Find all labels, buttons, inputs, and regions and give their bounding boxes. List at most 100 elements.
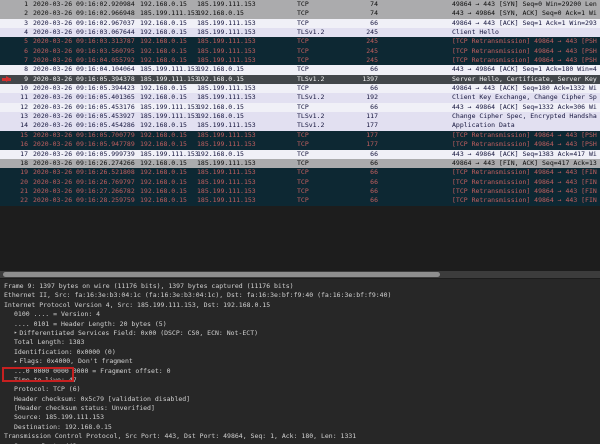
packet-row[interactable]: 52020-03-26 09:16:03.313787192.168.0.151… <box>0 37 600 46</box>
cell-length: 192 <box>330 93 378 102</box>
cell-no: 22 <box>0 196 28 205</box>
detail-line[interactable]: Time to live: 47 <box>4 376 600 385</box>
detail-line-text: Internet Protocol Version 4, Src: 185.19… <box>4 301 270 309</box>
detail-line[interactable]: Identification: 0x0000 (0) <box>4 348 600 357</box>
cell-info: 443 → 49864 [SYN, ACK] Seq=0 Ack=1 Wi <box>452 9 600 18</box>
detail-line[interactable]: [Header checksum status: Unverified] <box>4 404 600 413</box>
packet-row[interactable]: 202020-03-26 09:16:26.769797192.168.0.15… <box>0 178 600 187</box>
packet-row[interactable]: 32020-03-26 09:16:02.967037192.168.0.151… <box>0 19 600 28</box>
cell-time: 2020-03-26 09:16:05.453176 <box>33 103 135 112</box>
cell-source: 185.199.111.153 <box>140 65 199 74</box>
packet-row[interactable]: 222020-03-26 09:16:28.259759192.168.0.15… <box>0 196 600 205</box>
cell-length: 117 <box>330 112 378 121</box>
scrollbar-thumb[interactable] <box>3 272 440 277</box>
cell-no: 16 <box>0 140 28 149</box>
packet-row[interactable]: 172020-03-26 09:16:05.999739185.199.111.… <box>0 150 600 159</box>
detail-line[interactable]: Header checksum: 0x5c79 [validation disa… <box>4 395 600 404</box>
cell-protocol: TCP <box>297 37 309 46</box>
cell-source: 192.168.0.15 <box>140 56 187 65</box>
packet-row[interactable]: 22020-03-26 09:16:02.966948185.199.111.1… <box>0 9 600 18</box>
detail-line[interactable]: Frame 9: 1397 bytes on wire (11176 bits)… <box>4 282 600 291</box>
detail-line[interactable]: Transmission Control Protocol, Src Port:… <box>4 432 600 441</box>
cell-source: 192.168.0.15 <box>140 84 187 93</box>
cell-length: 66 <box>330 187 378 196</box>
packet-row[interactable]: 42020-03-26 09:16:03.067644192.168.0.151… <box>0 28 600 37</box>
detail-line[interactable]: 0100 .... = Version: 4 <box>4 310 600 319</box>
detail-line-text: Time to live: 47 <box>14 376 77 384</box>
detail-line-text: Source: 185.199.111.153 <box>14 413 104 421</box>
cell-source: 192.168.0.15 <box>140 187 187 196</box>
cell-source: 192.168.0.15 <box>140 159 187 168</box>
cell-time: 2020-03-26 09:16:03.313787 <box>33 37 135 46</box>
packet-row[interactable]: 122020-03-26 09:16:05.453176185.199.111.… <box>0 103 600 112</box>
cell-info: [TCP Retransmission] 49864 → 443 [PSH <box>452 37 600 46</box>
packet-row[interactable]: 152020-03-26 09:16:05.700779192.168.0.15… <box>0 131 600 140</box>
packet-row[interactable]: 72020-03-26 09:16:04.055792192.168.0.151… <box>0 56 600 65</box>
cell-time: 2020-03-26 09:16:03.560795 <box>33 47 135 56</box>
cell-source: 192.168.0.15 <box>140 178 187 187</box>
cell-time: 2020-03-26 09:16:04.055792 <box>33 56 135 65</box>
cell-time: 2020-03-26 09:16:05.394378 <box>33 75 135 84</box>
packet-row[interactable]: 212020-03-26 09:16:27.266782192.168.0.15… <box>0 187 600 196</box>
packet-row[interactable]: 162020-03-26 09:16:05.947789192.168.0.15… <box>0 140 600 149</box>
packet-list: 12020-03-26 09:16:02.920984192.168.0.151… <box>0 0 600 206</box>
cell-protocol: TCP <box>297 159 309 168</box>
cell-no: 5 <box>0 37 28 46</box>
cell-info: [TCP Retransmission] 49864 → 443 [PSH <box>452 131 600 140</box>
packet-row[interactable]: 182020-03-26 09:16:26.274266192.168.0.15… <box>0 159 600 168</box>
packet-row[interactable]: 62020-03-26 09:16:03.560795192.168.0.151… <box>0 47 600 56</box>
cell-source: 185.199.111.153 <box>140 103 199 112</box>
detail-line[interactable]: Protocol: TCP (6) <box>4 385 600 394</box>
cell-time: 2020-03-26 09:16:26.274266 <box>33 159 135 168</box>
cell-no: 14 <box>0 121 28 130</box>
cell-destination: 185.199.111.153 <box>197 196 256 205</box>
cell-source: 192.168.0.15 <box>140 28 187 37</box>
cell-info: 443 → 49864 [ACK] Seq=1 Ack=180 Win=4 <box>452 65 600 74</box>
cell-source: 192.168.0.15 <box>140 47 187 56</box>
cell-length: 74 <box>330 9 378 18</box>
cell-source: 192.168.0.15 <box>140 0 187 9</box>
cell-destination: 192.168.0.15 <box>197 103 244 112</box>
cell-protocol: TCP <box>297 0 309 9</box>
packet-row[interactable]: 82020-03-26 09:16:04.104064185.199.111.1… <box>0 65 600 74</box>
detail-line[interactable]: Destination: 192.168.0.15 <box>4 423 600 432</box>
cell-length: 66 <box>330 196 378 205</box>
cell-time: 2020-03-26 09:16:05.401365 <box>33 93 135 102</box>
packet-row[interactable]: 192020-03-26 09:16:26.521808192.168.0.15… <box>0 168 600 177</box>
cell-no: 7 <box>0 56 28 65</box>
cell-info: Client Key Exchange, Change Cipher Sp <box>452 93 600 102</box>
detail-line[interactable]: Source: 185.199.111.153 <box>4 413 600 422</box>
cell-no: 19 <box>0 168 28 177</box>
cell-source: 192.168.0.15 <box>140 93 187 102</box>
packet-row[interactable]: 112020-03-26 09:16:05.401365192.168.0.15… <box>0 93 600 102</box>
detail-line[interactable]: ▸Flags: 0x4000, Don't fragment <box>4 357 600 366</box>
cell-info: 49864 → 443 [ACK] Seq=180 Ack=1332 Wi <box>452 84 600 93</box>
detail-line[interactable]: ...0 0000 0000 0000 = Fragment offset: 0 <box>4 367 600 376</box>
cell-info: 443 → 49864 [ACK] Seq=1332 Ack=306 Wi <box>452 103 600 112</box>
detail-line[interactable]: ▸Differentiated Services Field: 0x00 (DS… <box>4 329 600 338</box>
packet-row[interactable]: 12020-03-26 09:16:02.920984192.168.0.151… <box>0 0 600 9</box>
horizontal-scrollbar[interactable] <box>0 271 600 278</box>
expand-arrow-icon[interactable]: ▸ <box>14 358 17 367</box>
detail-line[interactable]: .... 0101 = Header Length: 20 bytes (5) <box>4 320 600 329</box>
packet-row[interactable]: 142020-03-26 09:16:05.454286192.168.0.15… <box>0 121 600 130</box>
cell-time: 2020-03-26 09:16:28.259759 <box>33 196 135 205</box>
cell-length: 66 <box>330 168 378 177</box>
cell-info: 49864 → 443 [FIN, ACK] Seq=417 Ack=13 <box>452 159 600 168</box>
cell-no: 4 <box>0 28 28 37</box>
cell-source: 185.199.111.153 <box>140 112 199 121</box>
cell-time: 2020-03-26 09:16:05.394423 <box>33 84 135 93</box>
packet-row[interactable]: 92020-03-26 09:16:05.394378185.199.111.1… <box>0 75 600 84</box>
cell-no: 15 <box>0 131 28 140</box>
cell-time: 2020-03-26 09:16:26.521808 <box>33 168 135 177</box>
packet-row[interactable]: 102020-03-26 09:16:05.394423192.168.0.15… <box>0 84 600 93</box>
detail-line[interactable]: Total Length: 1383 <box>4 338 600 347</box>
cell-time: 2020-03-26 09:16:05.700779 <box>33 131 135 140</box>
cell-info: 49864 → 443 [ACK] Seq=1 Ack=1 Win=293 <box>452 19 600 28</box>
expand-arrow-icon[interactable]: ▸ <box>14 329 17 338</box>
cell-time: 2020-03-26 09:16:02.966948 <box>33 9 135 18</box>
detail-line[interactable]: Internet Protocol Version 4, Src: 185.19… <box>4 301 600 310</box>
packet-row[interactable]: 132020-03-26 09:16:05.453927185.199.111.… <box>0 112 600 121</box>
detail-line-text: Header checksum: 0x5c79 [validation disa… <box>14 395 190 403</box>
detail-line[interactable]: Ethernet II, Src: fa:16:3e:b3:04:1c (fa:… <box>4 291 600 300</box>
